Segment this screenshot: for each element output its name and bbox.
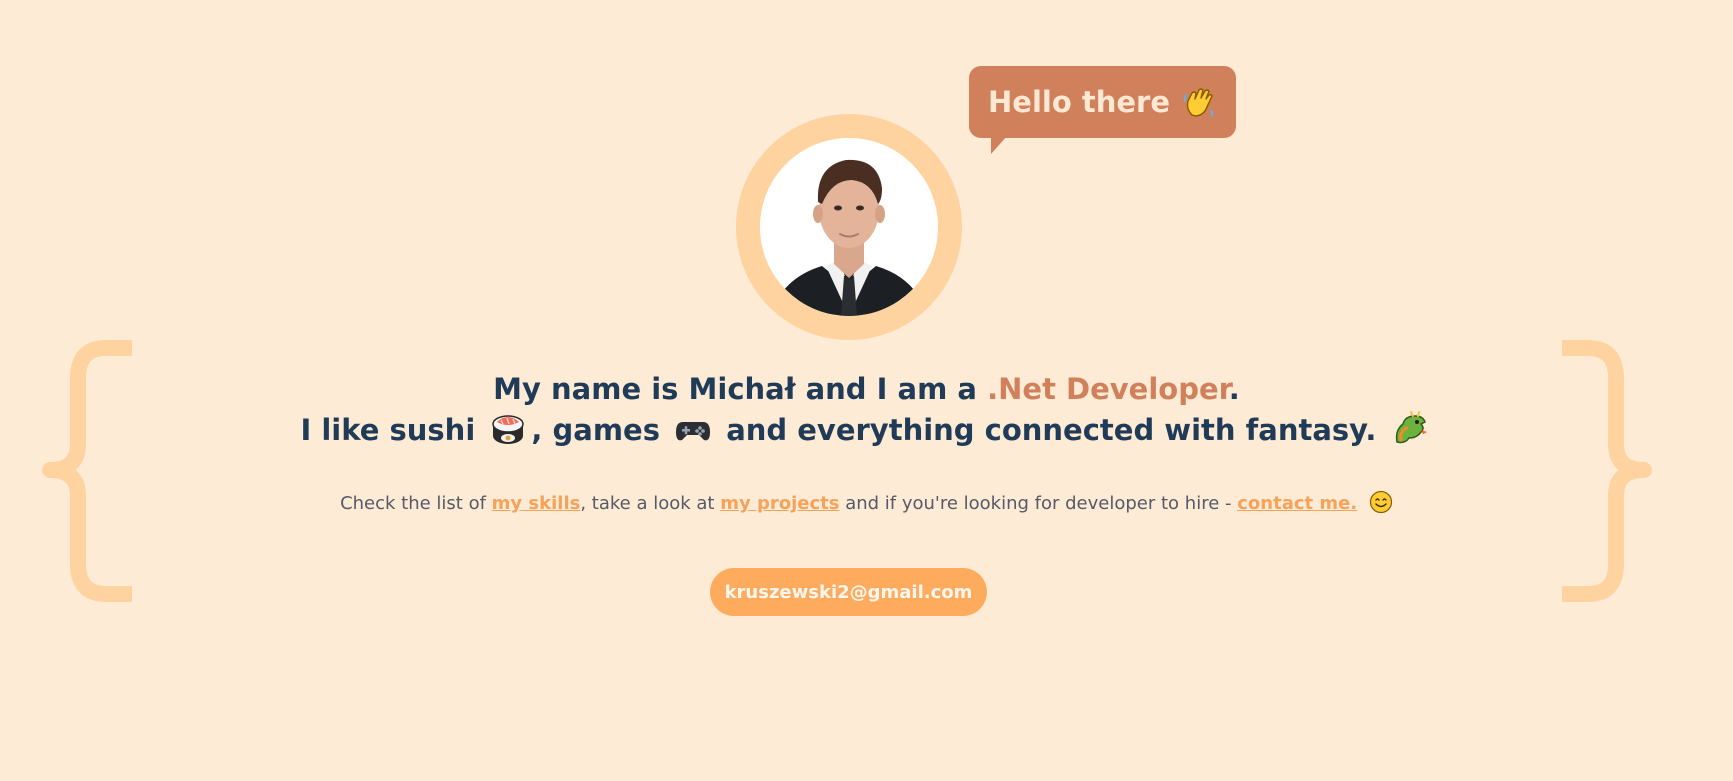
email-button[interactable]: kruszewski2@gmail.com (710, 568, 987, 616)
my-skills-link[interactable]: my skills (492, 493, 581, 514)
intro-line-1: My name is Michał and I am a .Net Develo… (0, 369, 1733, 410)
cta-text-2: , take a look at (580, 493, 715, 514)
avatar-ring (736, 114, 962, 340)
intro-name-text: My name is Michał and I am a (493, 372, 977, 406)
cta-text-1: Check the list of (340, 493, 486, 514)
gamepad-icon (674, 410, 712, 448)
greeting-bubble: Hello there (969, 66, 1236, 154)
intro-period: . (1228, 372, 1240, 406)
email-button-label: kruszewski2@gmail.com (724, 581, 973, 603)
contact-me-link[interactable]: contact me. (1237, 493, 1357, 514)
intro-line-2: I like sushi , games and everything conn… (0, 410, 1733, 451)
hobby-sushi-text: I like sushi (300, 413, 476, 447)
profile-photo-icon (760, 138, 938, 316)
dragon-icon (1391, 410, 1429, 448)
intro-heading: My name is Michał and I am a .Net Develo… (0, 369, 1733, 451)
hobby-fantasy-text: and everything connected with fantasy. (726, 413, 1377, 447)
sushi-icon (489, 410, 527, 448)
avatar (760, 138, 938, 316)
my-projects-link[interactable]: my projects (720, 493, 839, 514)
call-to-action-text: Check the list of my skills, take a look… (0, 490, 1733, 518)
hobby-games-text: , games (531, 413, 660, 447)
greeting-text: Hello there (988, 85, 1170, 119)
cta-text-3: and if you're looking for developer to h… (845, 493, 1232, 514)
waving-hand-icon (1182, 85, 1216, 119)
smiling-face-icon (1369, 490, 1393, 514)
bubble-tail (991, 136, 1007, 154)
job-title-accent: .Net Developer (987, 372, 1229, 406)
page: Hello there My name is Michał and I am a… (0, 0, 1733, 781)
